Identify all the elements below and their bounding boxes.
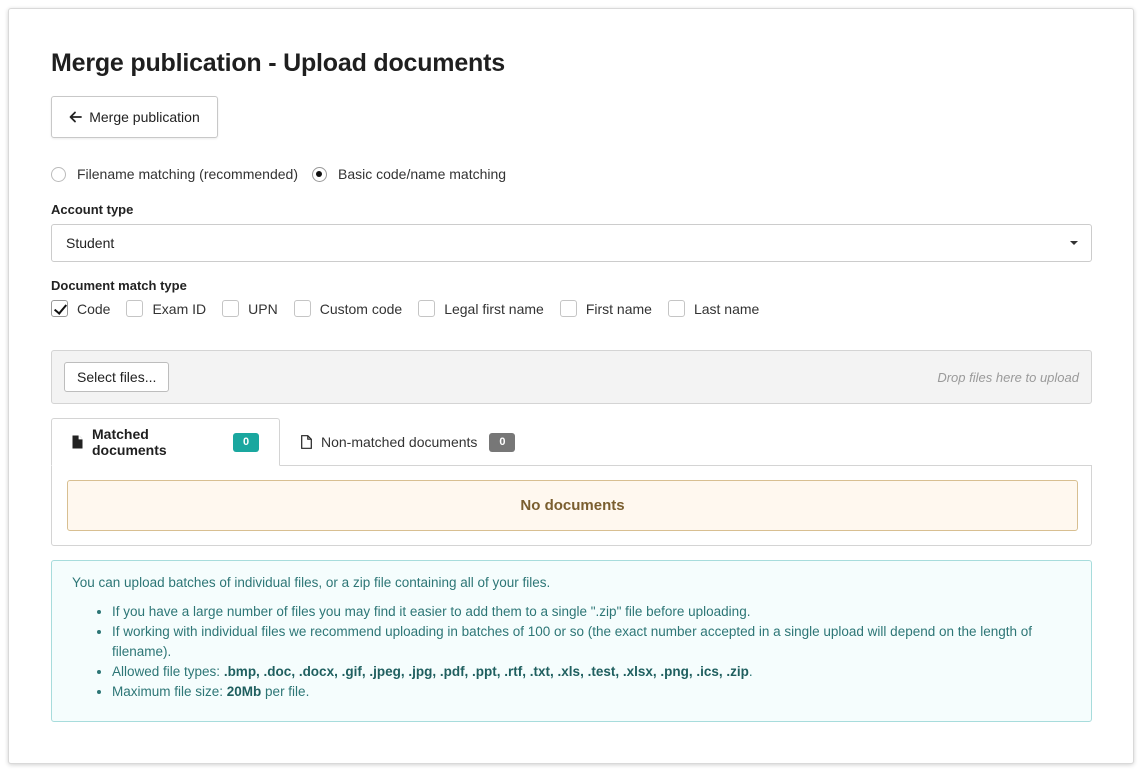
allowed-types-prefix: Allowed file types: — [112, 664, 224, 679]
checkbox-first-name[interactable]: First name — [559, 300, 652, 317]
checkbox-label: UPN — [248, 300, 278, 317]
radio-circle[interactable] — [51, 166, 66, 182]
main-card: Merge publication - Upload documents Mer… — [8, 8, 1134, 764]
select-files-button[interactable]: Select files... — [64, 362, 170, 392]
info-list: If you have a large number of files you … — [72, 602, 1071, 702]
account-type-label: Account type — [51, 202, 134, 217]
checkbox-box[interactable] — [667, 300, 685, 317]
checkbox-box[interactable] — [418, 300, 436, 317]
checkbox-label: First name — [585, 300, 652, 317]
info-bullet-max-size: Maximum file size: 20Mb per file. — [112, 682, 1071, 702]
tab-label: Non-matched documents — [321, 434, 478, 450]
arrow-left-icon — [69, 111, 83, 123]
checkbox-box[interactable] — [559, 300, 577, 317]
radio-circle[interactable] — [311, 166, 327, 182]
back-to-merge-publication-button[interactable]: Merge publication — [51, 96, 218, 138]
document-match-type-label: Document match type — [51, 278, 187, 293]
allowed-types-value: .bmp, .doc, .docx, .gif, .jpeg, .jpg, .p… — [223, 664, 749, 679]
radio-filename-matching[interactable]: Filename matching (recommended) — [51, 166, 298, 182]
checkbox-exam-id[interactable]: Exam ID — [126, 300, 206, 317]
documents-tabs: Matched documents 0 Non-matched document… — [51, 418, 1092, 546]
checkbox-box[interactable] — [126, 300, 144, 317]
info-bullet-zip: If you have a large number of files you … — [112, 602, 1071, 622]
checkbox-code[interactable]: Code — [51, 300, 110, 317]
checkbox-label: Custom code — [319, 300, 403, 317]
matched-count-badge: 0 — [233, 432, 259, 452]
checkbox-upn[interactable]: UPN — [222, 300, 278, 317]
max-size-value: 20Mb — [226, 684, 262, 699]
matching-mode-radio-group: Filename matching (recommended) Basic co… — [51, 166, 520, 182]
page-title: Merge publication - Upload documents — [51, 49, 505, 77]
max-size-prefix: Maximum file size: — [112, 684, 227, 699]
radio-label: Filename matching (recommended) — [77, 166, 298, 182]
document-match-type-checkboxes: Code Exam ID UPN Custom code Legal first… — [51, 300, 775, 317]
checkbox-label: Last name — [693, 300, 760, 317]
max-size-suffix: per file. — [261, 684, 310, 699]
matched-documents-panel: No documents — [51, 465, 1092, 546]
checkbox-box[interactable] — [222, 300, 240, 317]
upload-info-box: You can upload batches of individual fil… — [51, 560, 1092, 722]
file-solid-icon — [72, 435, 83, 449]
upload-dropzone[interactable]: Select files... Drop files here to uploa… — [51, 350, 1092, 404]
checkbox-box[interactable] — [293, 300, 311, 317]
radio-basic-code-name-matching[interactable]: Basic code/name matching — [311, 166, 507, 182]
account-type-select[interactable]: Student — [51, 224, 1092, 262]
caret-down-icon — [1070, 241, 1078, 245]
checkbox-label: Code — [77, 300, 111, 317]
info-intro: You can upload batches of individual fil… — [72, 575, 551, 590]
file-outline-icon — [301, 435, 312, 449]
radio-label: Basic code/name matching — [337, 166, 507, 182]
empty-state-alert: No documents — [67, 480, 1078, 531]
checkbox-last-name[interactable]: Last name — [667, 300, 760, 317]
checkbox-label: Legal first name — [444, 300, 544, 317]
checkbox-legal-first-name[interactable]: Legal first name — [418, 300, 544, 317]
non-matched-count-badge: 0 — [489, 432, 516, 452]
info-bullet-batches: If working with individual files we reco… — [112, 622, 1071, 662]
checkbox-label: Exam ID — [152, 300, 207, 317]
allowed-types-suffix: . — [748, 664, 753, 679]
tab-label: Matched documents — [92, 426, 167, 458]
checkbox-box[interactable] — [51, 300, 68, 317]
checkbox-custom-code[interactable]: Custom code — [293, 300, 403, 317]
info-bullet-allowed-types: Allowed file types: .bmp, .doc, .docx, .… — [112, 662, 1071, 682]
account-type-value: Student — [66, 235, 115, 251]
drop-files-hint: Drop files here to upload — [937, 370, 1079, 385]
tab-matched-documents[interactable]: Matched documents 0 — [51, 418, 280, 466]
tab-non-matched-documents[interactable]: Non-matched documents 0 — [281, 418, 535, 466]
back-button-label: Merge publication — [89, 109, 200, 125]
